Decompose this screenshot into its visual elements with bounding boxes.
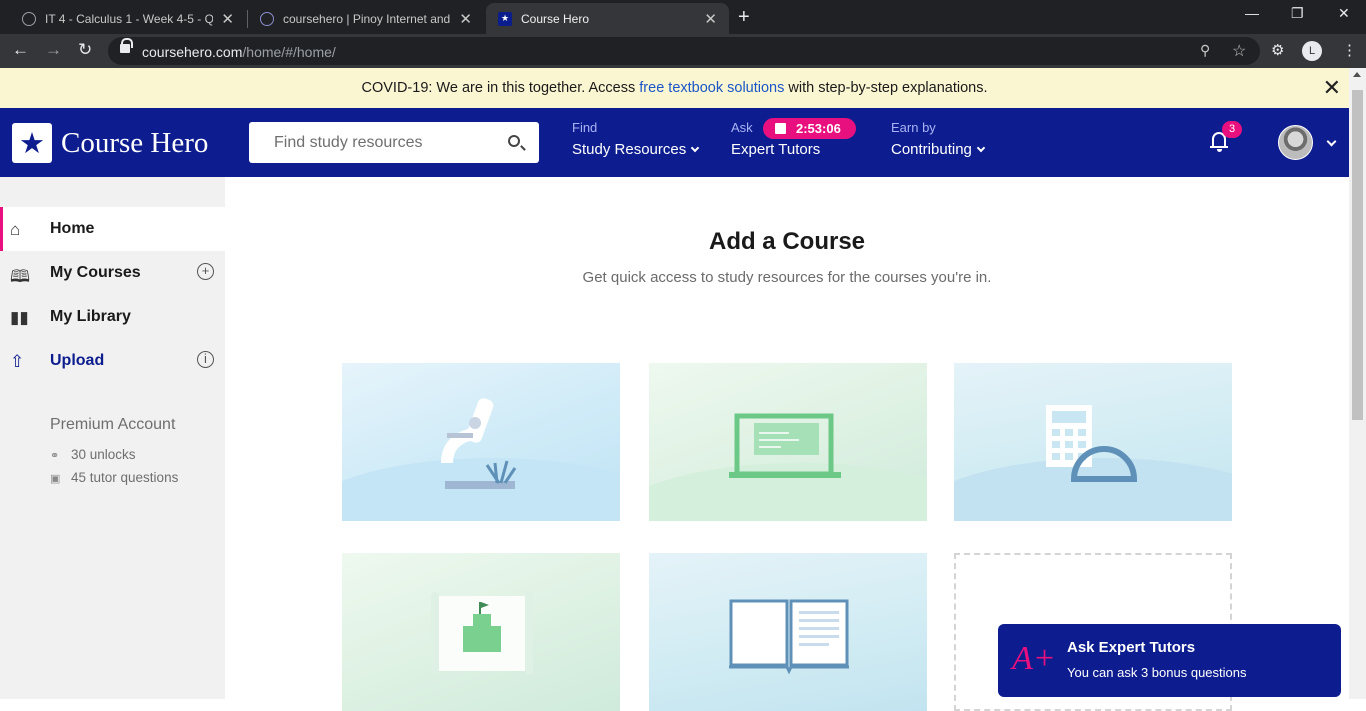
calculator-protractor-icon: [1046, 405, 1138, 482]
page-title: Add a Course: [708, 228, 866, 255]
course-hero-favicon-icon: ★: [498, 11, 512, 26]
popup-title: Ask Expert Tutors: [1067, 639, 1196, 656]
course-card-computer-science[interactable]: [649, 363, 927, 521]
timer-badge[interactable]: 2:53:06: [763, 118, 856, 139]
course-hero-star-icon[interactable]: ★: [12, 123, 52, 163]
chevron-down-icon: [976, 143, 986, 153]
laptop-code-icon: [729, 413, 841, 478]
tab-coursehero-search[interactable]: coursehero | Pinoy Internet and T ✕: [248, 3, 484, 34]
add-course-icon[interactable]: +: [197, 263, 214, 280]
tab-course-hero[interactable]: ★ Course Hero ✕: [486, 3, 729, 34]
close-tab-icon[interactable]: ✕: [704, 10, 717, 28]
textbook-solutions-link[interactable]: free textbook solutions: [639, 80, 784, 96]
key-icon[interactable]: ⚲: [1200, 42, 1210, 59]
scroll-up-arrow-icon[interactable]: [1353, 72, 1361, 77]
gift-icon: [775, 123, 786, 134]
premium-account-title: Premium Account: [50, 416, 176, 433]
new-tab-button[interactable]: +: [738, 6, 750, 29]
user-avatar[interactable]: [1278, 125, 1313, 160]
forward-arrow-icon[interactable]: →: [45, 40, 62, 60]
browser-toolbar: ← → ↻ coursehero.com/home/#/home/ ⚲ ☆ ⚙ …: [0, 34, 1366, 68]
sidebar-item-my-courses[interactable]: 🕮 My Courses +: [0, 251, 225, 295]
info-icon[interactable]: i: [197, 351, 214, 368]
close-tab-icon[interactable]: ✕: [221, 10, 234, 28]
upload-icon: ⇧: [10, 352, 25, 371]
sidebar-item-home[interactable]: ⌂ Home: [0, 207, 225, 251]
site-header: ★ Course Hero Find study resources Find …: [0, 108, 1349, 177]
profile-avatar[interactable]: L: [1302, 41, 1322, 61]
minimize-button[interactable]: —: [1245, 5, 1259, 21]
tab-calculus[interactable]: IT 4 - Calculus 1 - Week 4-5 - Qu ✕: [10, 3, 246, 34]
logo-wordmark[interactable]: Course Hero: [61, 127, 208, 160]
bookmark-star-icon[interactable]: ☆: [1232, 41, 1246, 61]
extensions-puzzle-icon[interactable]: ⚙: [1271, 41, 1284, 59]
tutor-questions-count: ▣ 45 tutor questions: [50, 470, 179, 485]
globe-icon: [22, 11, 36, 26]
banner-close-icon[interactable]: ✕: [1323, 68, 1341, 108]
notification-count-badge: 3: [1222, 121, 1242, 138]
home-icon: ⌂: [10, 220, 21, 239]
map-castle-icon: [431, 592, 533, 675]
address-bar[interactable]: coursehero.com/home/#/home/ ⚲ ☆: [108, 37, 1260, 65]
lock-icon: ⚭: [50, 450, 60, 462]
url-text: coursehero.com/home/#/home/: [142, 44, 336, 60]
course-card-literature[interactable]: [649, 553, 927, 711]
course-card-history[interactable]: [342, 553, 620, 711]
course-card-science[interactable]: [342, 363, 620, 521]
library-icon: ▮▮: [10, 308, 29, 327]
search-input[interactable]: Find study resources: [249, 122, 539, 163]
chat-bubbles-icon: ▣: [50, 473, 61, 485]
browser-tab-bar: IT 4 - Calculus 1 - Week 4-5 - Qu ✕ cour…: [0, 0, 1366, 34]
scrollbar-thumb[interactable]: [1352, 90, 1363, 420]
unlocks-count: ⚭ 30 unlocks: [50, 447, 136, 462]
course-card-math[interactable]: [954, 363, 1232, 521]
back-arrow-icon[interactable]: ←: [12, 40, 29, 60]
ask-expert-tutors-popup[interactable]: A+ Ask Expert Tutors You can ask 3 bonus…: [998, 624, 1341, 697]
close-window-button[interactable]: ✕: [1338, 5, 1350, 22]
shield-icon: [260, 11, 274, 26]
reload-icon[interactable]: ↻: [78, 40, 92, 60]
covid-banner: COVID-19: We are in this together. Acces…: [0, 68, 1349, 108]
close-tab-icon[interactable]: ✕: [459, 10, 472, 28]
a-plus-icon: A+: [1012, 640, 1056, 677]
kebab-menu-icon[interactable]: ⋮: [1342, 41, 1357, 59]
sidebar-item-my-library[interactable]: ▮▮ My Library: [0, 295, 225, 339]
maximize-button[interactable]: ❐: [1291, 5, 1304, 22]
nav-contributing[interactable]: Earn by Contributing: [891, 120, 986, 158]
sidebar: ⌂ Home 🕮 My Courses + ▮▮ My Library ⇧ Up…: [0, 177, 225, 699]
microscope-icon: [441, 398, 517, 489]
chevron-down-icon: [690, 143, 700, 153]
open-book-icon: [729, 599, 849, 675]
page-subtitle: Get quick access to study resources for …: [582, 269, 992, 286]
search-icon[interactable]: [508, 135, 520, 147]
book-icon: 🕮: [10, 267, 31, 286]
search-placeholder: Find study resources: [274, 134, 423, 151]
nav-study-resources[interactable]: Find Study Resources: [572, 120, 700, 158]
sidebar-item-upload[interactable]: ⇧ Upload i: [0, 339, 225, 383]
popup-subtitle: You can ask 3 bonus questions: [1067, 665, 1247, 680]
lock-icon: [120, 38, 133, 53]
